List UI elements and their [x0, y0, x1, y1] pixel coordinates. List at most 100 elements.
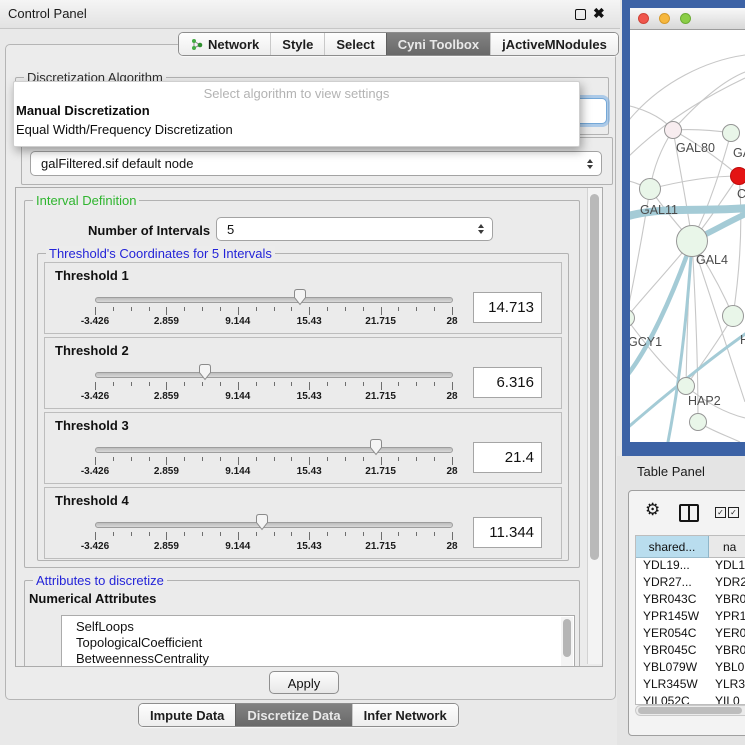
tab-select[interactable]: Select [324, 33, 385, 55]
float-window-icon[interactable] [575, 9, 586, 20]
network-canvas[interactable]: GAL80GACGAL11GAL4GCY1HHAP2 [630, 30, 745, 442]
slider-ticks [95, 457, 452, 466]
node-label: GAL11 [640, 203, 678, 217]
scrollbar-thumb[interactable] [590, 194, 599, 560]
tab-network[interactable]: Network [179, 33, 270, 55]
apply-button[interactable]: Apply [269, 671, 339, 694]
tab-impute-data[interactable]: Impute Data [139, 704, 235, 726]
tab-infer-network[interactable]: Infer Network [352, 704, 458, 726]
network-tab-icon [190, 38, 203, 51]
table-row[interactable]: YLR345WYLR3 [636, 677, 745, 694]
traffic-light-minimize-button[interactable] [659, 13, 670, 24]
checkbox-icon: ✓ [715, 507, 726, 518]
network-node-red-node[interactable] [731, 168, 745, 185]
threshold-label: Threshold 3 [55, 418, 129, 433]
node-label: GAL80 [676, 141, 715, 155]
group-title: Interval Definition [33, 193, 139, 208]
network-node-left-edge-node[interactable] [630, 310, 635, 327]
attribute-list-item[interactable]: TopologicalCoefficient [62, 635, 574, 651]
table-horizontal-scrollbar[interactable] [635, 705, 745, 716]
settings-vertical-scrollbar[interactable] [587, 188, 602, 664]
threshold-value-input[interactable] [473, 292, 542, 323]
attribute-list-item[interactable]: SelfLoops [62, 619, 574, 635]
node-attribute-table: shared... na YDL19...YDL1YDR27...YDR2YBR… [635, 535, 745, 705]
dropdown-placeholder: Select algorithm to view settings [14, 82, 579, 101]
list-scrollbar[interactable] [561, 617, 573, 667]
threshold-slider[interactable] [95, 297, 453, 303]
threshold-label: Threshold 1 [55, 268, 129, 283]
table-row[interactable]: YPR145WYPR1 [636, 609, 745, 626]
dropdown-option[interactable]: Manual Discretization [14, 101, 579, 120]
spinner-arrows-icon [587, 159, 593, 169]
table-row[interactable]: YDR27...YDR2 [636, 575, 745, 592]
column-header-name[interactable]: na [709, 536, 745, 558]
column-header-shared-name[interactable]: shared... [636, 536, 709, 558]
network-node-GA-top-right[interactable] [723, 125, 740, 142]
threshold-value-input[interactable] [473, 367, 542, 398]
threshold-slider[interactable] [95, 522, 453, 528]
dropdown-option[interactable]: Equal Width/Frequency Discretization [14, 120, 579, 139]
tab-jactivemnodules[interactable]: jActiveMNodules [490, 33, 618, 55]
threshold-value-input[interactable] [473, 517, 542, 548]
table-row[interactable]: YIL052CYIL0 [636, 694, 745, 704]
tab-style[interactable]: Style [270, 33, 324, 55]
spinner-arrows-icon [478, 224, 484, 234]
node-label: GCY1 [630, 335, 662, 349]
number-of-intervals-combobox[interactable]: 5 [216, 217, 493, 241]
control-panel-window: Control Panel ✖ NetworkStyleSelectCyni T… [0, 0, 620, 745]
network-node-bottom-node[interactable] [690, 414, 707, 431]
table-data-combobox[interactable]: galFiltered.sif default node [30, 151, 602, 176]
network-node-H-node[interactable] [723, 306, 744, 327]
threshold-label: Threshold 4 [55, 493, 129, 508]
select-columns-icons[interactable]: ✓ ✓ [715, 507, 739, 518]
numerical-attributes-label: Numerical Attributes [29, 591, 156, 606]
slider-thumb[interactable] [198, 363, 212, 381]
group-title: Attributes to discretize [33, 573, 167, 588]
node-label: GA [733, 146, 745, 160]
node-label: H [740, 333, 745, 347]
thresholds-group: Threshold's Coordinates for 5 Intervals … [37, 253, 569, 561]
node-label: C [737, 187, 745, 201]
close-icon[interactable]: ✖ [593, 5, 605, 21]
traffic-light-close-button[interactable] [638, 13, 649, 24]
threshold-value-input[interactable] [473, 442, 542, 473]
node-label: HAP2 [688, 394, 721, 408]
checkbox-icon: ✓ [728, 507, 739, 518]
split-columns-icon[interactable] [679, 504, 699, 522]
screen: Control Panel ✖ NetworkStyleSelectCyni T… [0, 0, 745, 745]
threshold-slider[interactable] [95, 447, 453, 453]
table-panel-title: Table Panel [637, 464, 705, 479]
network-node-GAL11[interactable] [640, 179, 661, 200]
tab-discretize-data[interactable]: Discretize Data [235, 704, 351, 726]
table-row[interactable]: YBR043CYBR0 [636, 592, 745, 609]
slider-thumb[interactable] [293, 288, 307, 306]
table-data-selected-value: galFiltered.sif default node [41, 156, 193, 171]
table-panel: ⚙ ✓ ✓ shared... na YDL19...YDL1YDR27...Y… [628, 490, 745, 736]
slider-tick-labels: -3.4262.8599.14415.4321.71528 [95, 541, 452, 553]
network-node-GAL80[interactable] [665, 122, 682, 139]
scrollbar-thumb[interactable] [638, 707, 742, 714]
network-view-window: GAL80GACGAL11GAL4GCY1HHAP2 [622, 0, 745, 456]
slider-thumb[interactable] [255, 513, 269, 531]
network-node-GAL4[interactable] [677, 226, 708, 257]
gear-icon[interactable]: ⚙ [645, 500, 660, 520]
network-edge [686, 316, 733, 386]
table-row[interactable]: YER054CYER0 [636, 626, 745, 643]
attribute-list-item[interactable]: BetweennessCentrality [62, 651, 574, 667]
cyni-mode-tabs: Impute DataDiscretize DataInfer Network [138, 703, 459, 727]
slider-thumb[interactable] [369, 438, 383, 456]
traffic-light-zoom-button[interactable] [680, 13, 691, 24]
numerical-attributes-list[interactable]: SelfLoopsTopologicalCoefficientBetweenne… [61, 615, 575, 667]
network-node-HAP2[interactable] [678, 378, 695, 395]
table-row[interactable]: YBL079WYBL0 [636, 660, 745, 677]
attributes-group: Attributes to discretize Numerical Attri… [24, 580, 580, 667]
group-title: Threshold's Coordinates for 5 Intervals [46, 246, 275, 261]
table-row[interactable]: YDL19...YDL1 [636, 558, 745, 575]
threshold-slider[interactable] [95, 372, 453, 378]
cyni-toolbox-panel: Discretization Algorithm Select algorith… [5, 44, 616, 700]
threshold-row: Threshold 1-3.4262.8599.14415.4321.71528 [44, 262, 562, 334]
table-row[interactable]: YBR045CYBR0 [636, 643, 745, 660]
slider-ticks [95, 532, 452, 541]
slider-tick-labels: -3.4262.8599.14415.4321.71528 [95, 391, 452, 403]
tab-cyni-toolbox[interactable]: Cyni Toolbox [386, 33, 490, 55]
